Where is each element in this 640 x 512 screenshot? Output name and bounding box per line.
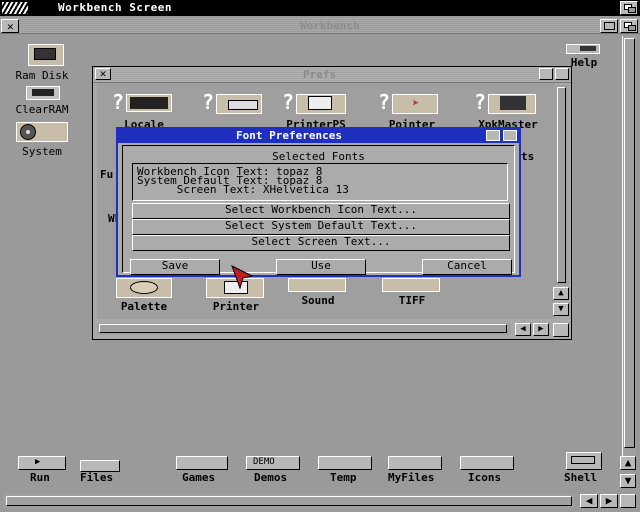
printerps-icon[interactable]: ? [282, 92, 348, 116]
temp-icon[interactable] [318, 456, 372, 470]
selected-fonts-heading: Selected Fonts [272, 150, 365, 163]
scroll-down-arrow-icon[interactable]: ▼ [620, 474, 636, 488]
files-label: Files [80, 471, 114, 484]
locale-icon[interactable]: ? [112, 92, 174, 116]
tiff-icon[interactable] [382, 278, 440, 292]
close-icon[interactable]: ✕ [95, 68, 111, 80]
amiga-logo-icon [2, 2, 28, 14]
screen-title: Workbench Screen [58, 1, 172, 14]
temp-label: Temp [330, 471, 357, 484]
pointer-label: Pointer [388, 118, 436, 127]
icons-icon[interactable] [460, 456, 514, 470]
zoom-gadget-icon[interactable] [486, 130, 500, 141]
scroll-right-arrow-icon[interactable]: ▶ [533, 323, 549, 336]
tiff-label: TIFF [398, 294, 426, 307]
partial-label-ts: ts [521, 150, 535, 163]
partial-label-we: WE [108, 212, 116, 225]
prefs-drawer-title: Prefs [303, 68, 337, 81]
use-button[interactable]: Use [276, 259, 366, 275]
clearram-label: ClearRAM [15, 103, 69, 116]
shell-icon[interactable] [566, 452, 602, 470]
scroll-right-arrow-icon[interactable]: ▶ [600, 494, 618, 508]
select-system-default-text-button[interactable]: Select System Default Text... [132, 219, 510, 235]
select-screen-text-button[interactable]: Select Screen Text... [132, 235, 510, 251]
screen-title-bar[interactable]: Workbench Screen [0, 0, 640, 16]
screen-depth-gadget[interactable] [620, 1, 638, 15]
icons-label: Icons [468, 471, 502, 484]
size-gadget-icon[interactable] [553, 323, 569, 337]
palette-icon[interactable] [116, 278, 172, 298]
pointer-icon[interactable]: ? ➤ [378, 92, 440, 116]
screen-text-line: Screen Text: XHelvetica 13 [137, 183, 349, 196]
ram-disk-icon[interactable] [28, 44, 64, 66]
partial-label-fu: Fu [100, 168, 114, 181]
printerps-label: PrinterPS [286, 118, 346, 127]
mouse-pointer-icon [230, 264, 256, 290]
locale-label: Locale [124, 118, 164, 127]
save-button[interactable]: Save [130, 259, 220, 275]
zoom-gadget-icon[interactable] [539, 68, 553, 80]
workbench-horizontal-scrollbar[interactable] [4, 494, 574, 508]
font-preferences-title: Font Preferences [236, 129, 342, 142]
xpkmaster-icon[interactable]: ? [474, 92, 538, 116]
games-icon[interactable] [176, 456, 228, 470]
zoom-gadget-icon[interactable] [600, 19, 618, 33]
depth-gadget-icon[interactable] [620, 19, 638, 33]
myfiles-label: MyFiles [388, 471, 435, 484]
scroll-left-arrow-icon[interactable]: ◀ [515, 323, 531, 336]
run-icon[interactable]: ▶ [18, 456, 66, 470]
select-workbench-icon-text-button[interactable]: Select Workbench Icon Text... [132, 203, 510, 219]
workbench-vertical-scrollbar[interactable] [622, 36, 636, 456]
help-icon[interactable] [566, 44, 600, 54]
run-label: Run [30, 471, 50, 484]
workbench-window-titlebar[interactable]: ✕ Workbench [0, 18, 640, 34]
drawer-horizontal-scrollbar[interactable] [97, 323, 511, 335]
prefs-drawer-titlebar[interactable]: ✕ Prefs [93, 67, 571, 83]
demos-icon[interactable]: DEMO [246, 456, 300, 470]
depth-gadget-icon[interactable] [503, 130, 517, 141]
sound-label: Sound [301, 294, 335, 307]
clearram-icon[interactable] [26, 86, 60, 100]
cancel-button[interactable]: Cancel [422, 259, 512, 275]
ram-disk-label: Ram Disk [15, 69, 69, 82]
font-preferences-window[interactable]: Font Preferences Selected Fonts Workbenc… [116, 127, 521, 277]
palette-label: Palette [120, 300, 168, 313]
shell-label: Shell [564, 471, 598, 484]
myfiles-icon[interactable] [388, 456, 442, 470]
scroll-up-arrow-icon[interactable]: ▲ [620, 456, 636, 470]
printer-label: Printer [212, 300, 260, 313]
demos-label: Demos [254, 471, 288, 484]
demo-badge: DEMO [253, 457, 275, 467]
scroll-up-arrow-icon[interactable]: ▲ [553, 287, 569, 300]
font-preferences-titlebar[interactable]: Font Preferences [118, 129, 519, 143]
system-label: System [22, 145, 62, 158]
sound-icon[interactable] [288, 278, 346, 292]
size-gadget-icon[interactable] [620, 494, 636, 508]
depth-gadget-icon[interactable] [555, 68, 569, 80]
selected-fonts-box: Workbench Icon Text: topaz 8 System Defa… [132, 163, 508, 201]
workbench-window-title: Workbench [300, 19, 360, 32]
games-label: Games [182, 471, 216, 484]
input-icon[interactable]: ? [202, 92, 264, 116]
scroll-left-arrow-icon[interactable]: ◀ [580, 494, 598, 508]
scroll-down-arrow-icon[interactable]: ▼ [553, 303, 569, 316]
system-disk-icon[interactable] [16, 122, 68, 142]
drawer-vertical-scrollbar[interactable] [555, 85, 569, 285]
close-icon[interactable]: ✕ [1, 19, 19, 33]
